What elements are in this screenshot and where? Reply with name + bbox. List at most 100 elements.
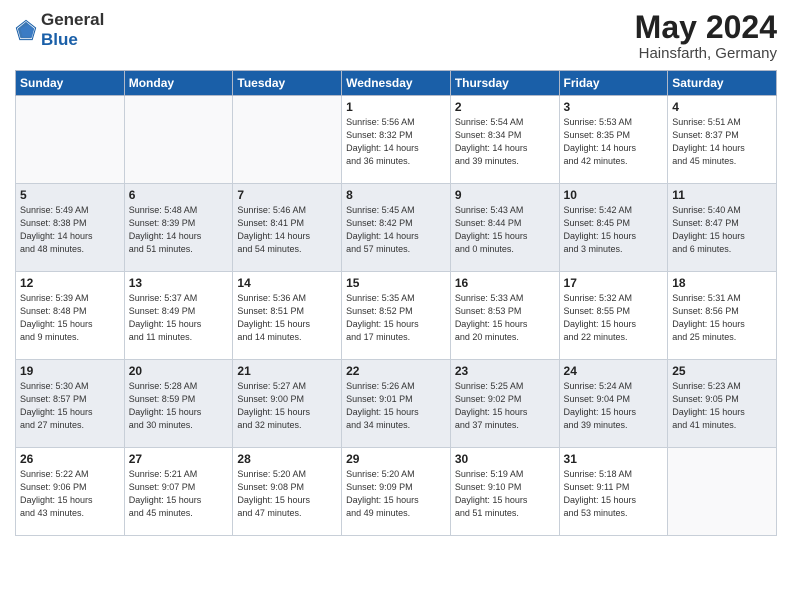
day-number: 15 — [346, 276, 446, 290]
table-row: 13 Sunrise: 5:37 AM Sunset: 8:49 PM Dayli… — [124, 272, 233, 360]
day-number: 14 — [237, 276, 337, 290]
day-info: Sunrise: 5:27 AM Sunset: 9:00 PM Dayligh… — [237, 380, 337, 432]
day-info: Sunrise: 5:37 AM Sunset: 8:49 PM Dayligh… — [129, 292, 229, 344]
day-info: Sunrise: 5:48 AM Sunset: 8:39 PM Dayligh… — [129, 204, 229, 256]
day-info: Sunrise: 5:51 AM Sunset: 8:37 PM Dayligh… — [672, 116, 772, 168]
day-number: 13 — [129, 276, 229, 290]
logo-icon — [15, 19, 37, 41]
table-row — [16, 96, 125, 184]
day-info: Sunrise: 5:25 AM Sunset: 9:02 PM Dayligh… — [455, 380, 555, 432]
day-info: Sunrise: 5:45 AM Sunset: 8:42 PM Dayligh… — [346, 204, 446, 256]
calendar-week-row: 1 Sunrise: 5:56 AM Sunset: 8:32 PM Daylig… — [16, 96, 777, 184]
table-row: 3Sunrise: 5:53 AM Sunset: 8:35 PM Daylig… — [559, 96, 668, 184]
day-info: Sunrise: 5:35 AM Sunset: 8:52 PM Dayligh… — [346, 292, 446, 344]
table-row: 29Sunrise: 5:20 AM Sunset: 9:09 PM Dayli… — [342, 448, 451, 536]
col-monday: Monday — [124, 71, 233, 96]
table-row: 18 Sunrise: 5:31 AM Sunset: 8:56 PM Dayli… — [668, 272, 777, 360]
table-row: 5Sunrise: 5:49 AM Sunset: 8:38 PM Daylig… — [16, 184, 125, 272]
table-row: 8Sunrise: 5:45 AM Sunset: 8:42 PM Daylig… — [342, 184, 451, 272]
day-info: Sunrise: 5:49 AM Sunset: 8:38 PM Dayligh… — [20, 204, 120, 256]
day-number: 10 — [564, 188, 664, 202]
day-info: Sunrise: 5:31 AM Sunset: 8:56 PM Dayligh… — [672, 292, 772, 344]
day-number: 7 — [237, 188, 337, 202]
day-number: 27 — [129, 452, 229, 466]
day-number: 31 — [564, 452, 664, 466]
day-number: 28 — [237, 452, 337, 466]
day-info: Sunrise: 5:43 AM Sunset: 8:44 PM Dayligh… — [455, 204, 555, 256]
day-info: Sunrise: 5:24 AM Sunset: 9:04 PM Dayligh… — [564, 380, 664, 432]
day-info: Sunrise: 5:42 AM Sunset: 8:45 PM Dayligh… — [564, 204, 664, 256]
day-number: 16 — [455, 276, 555, 290]
table-row: 22Sunrise: 5:26 AM Sunset: 9:01 PM Dayli… — [342, 360, 451, 448]
table-row: 25Sunrise: 5:23 AM Sunset: 9:05 PM Dayli… — [668, 360, 777, 448]
day-info: Sunrise: 5:56 AM Sunset: 8:32 PM Dayligh… — [346, 116, 446, 168]
table-row: 15 Sunrise: 5:35 AM Sunset: 8:52 PM Dayli… — [342, 272, 451, 360]
page-header: General Blue May 2024 Hainsfarth, German… — [15, 10, 777, 62]
day-info: Sunrise: 5:20 AM Sunset: 9:08 PM Dayligh… — [237, 468, 337, 520]
title-block: May 2024 Hainsfarth, Germany — [635, 10, 777, 62]
day-number: 1 — [346, 100, 446, 114]
table-row: 17 Sunrise: 5:32 AM Sunset: 8:55 PM Dayli… — [559, 272, 668, 360]
col-wednesday: Wednesday — [342, 71, 451, 96]
day-number: 24 — [564, 364, 664, 378]
day-number: 4 — [672, 100, 772, 114]
day-info: Sunrise: 5:22 AM Sunset: 9:06 PM Dayligh… — [20, 468, 120, 520]
day-number: 11 — [672, 188, 772, 202]
table-row — [124, 96, 233, 184]
logo: General Blue — [15, 10, 104, 50]
day-info: Sunrise: 5:23 AM Sunset: 9:05 PM Dayligh… — [672, 380, 772, 432]
calendar-title: May 2024 — [635, 10, 777, 45]
table-row: 27Sunrise: 5:21 AM Sunset: 9:07 PM Dayli… — [124, 448, 233, 536]
day-info: Sunrise: 5:32 AM Sunset: 8:55 PM Dayligh… — [564, 292, 664, 344]
table-row: 7 Sunrise: 5:46 AM Sunset: 8:41 PM Daylig… — [233, 184, 342, 272]
day-number: 30 — [455, 452, 555, 466]
logo-general: General — [41, 10, 104, 29]
calendar-week-row: 26 Sunrise: 5:22 AM Sunset: 9:06 PM Dayli… — [16, 448, 777, 536]
day-number: 29 — [346, 452, 446, 466]
day-number: 17 — [564, 276, 664, 290]
table-row: 20Sunrise: 5:28 AM Sunset: 8:59 PM Dayli… — [124, 360, 233, 448]
col-thursday: Thursday — [450, 71, 559, 96]
day-info: Sunrise: 5:54 AM Sunset: 8:34 PM Dayligh… — [455, 116, 555, 168]
table-row: 31 Sunrise: 5:18 AM Sunset: 9:11 PM Dayli… — [559, 448, 668, 536]
day-info: Sunrise: 5:19 AM Sunset: 9:10 PM Dayligh… — [455, 468, 555, 520]
table-row: 14 Sunrise: 5:36 AM Sunset: 8:51 PM Dayli… — [233, 272, 342, 360]
table-row: 4 Sunrise: 5:51 AM Sunset: 8:37 PM Daylig… — [668, 96, 777, 184]
table-row — [233, 96, 342, 184]
table-row: 23Sunrise: 5:25 AM Sunset: 9:02 PM Dayli… — [450, 360, 559, 448]
table-row: 9 Sunrise: 5:43 AM Sunset: 8:44 PM Daylig… — [450, 184, 559, 272]
col-saturday: Saturday — [668, 71, 777, 96]
day-info: Sunrise: 5:30 AM Sunset: 8:57 PM Dayligh… — [20, 380, 120, 432]
calendar-week-row: 5Sunrise: 5:49 AM Sunset: 8:38 PM Daylig… — [16, 184, 777, 272]
day-info: Sunrise: 5:39 AM Sunset: 8:48 PM Dayligh… — [20, 292, 120, 344]
day-number: 19 — [20, 364, 120, 378]
table-row: 16Sunrise: 5:33 AM Sunset: 8:53 PM Dayli… — [450, 272, 559, 360]
table-row: 10 Sunrise: 5:42 AM Sunset: 8:45 PM Dayli… — [559, 184, 668, 272]
day-number: 6 — [129, 188, 229, 202]
day-number: 9 — [455, 188, 555, 202]
day-info: Sunrise: 5:18 AM Sunset: 9:11 PM Dayligh… — [564, 468, 664, 520]
day-number: 18 — [672, 276, 772, 290]
table-row — [668, 448, 777, 536]
table-row: 24 Sunrise: 5:24 AM Sunset: 9:04 PM Dayli… — [559, 360, 668, 448]
table-row: 30 Sunrise: 5:19 AM Sunset: 9:10 PM Dayli… — [450, 448, 559, 536]
table-row: 11 Sunrise: 5:40 AM Sunset: 8:47 PM Dayli… — [668, 184, 777, 272]
table-row: 19 Sunrise: 5:30 AM Sunset: 8:57 PM Dayli… — [16, 360, 125, 448]
day-info: Sunrise: 5:46 AM Sunset: 8:41 PM Dayligh… — [237, 204, 337, 256]
day-number: 21 — [237, 364, 337, 378]
col-tuesday: Tuesday — [233, 71, 342, 96]
col-friday: Friday — [559, 71, 668, 96]
table-row: 2Sunrise: 5:54 AM Sunset: 8:34 PM Daylig… — [450, 96, 559, 184]
table-row: 6 Sunrise: 5:48 AM Sunset: 8:39 PM Daylig… — [124, 184, 233, 272]
day-info: Sunrise: 5:40 AM Sunset: 8:47 PM Dayligh… — [672, 204, 772, 256]
day-info: Sunrise: 5:53 AM Sunset: 8:35 PM Dayligh… — [564, 116, 664, 168]
day-info: Sunrise: 5:36 AM Sunset: 8:51 PM Dayligh… — [237, 292, 337, 344]
col-sunday: Sunday — [16, 71, 125, 96]
table-row: 1 Sunrise: 5:56 AM Sunset: 8:32 PM Daylig… — [342, 96, 451, 184]
logo-blue: Blue — [41, 30, 78, 49]
calendar-location: Hainsfarth, Germany — [635, 45, 777, 62]
table-row: 12Sunrise: 5:39 AM Sunset: 8:48 PM Dayli… — [16, 272, 125, 360]
day-number: 20 — [129, 364, 229, 378]
day-info: Sunrise: 5:26 AM Sunset: 9:01 PM Dayligh… — [346, 380, 446, 432]
day-number: 26 — [20, 452, 120, 466]
